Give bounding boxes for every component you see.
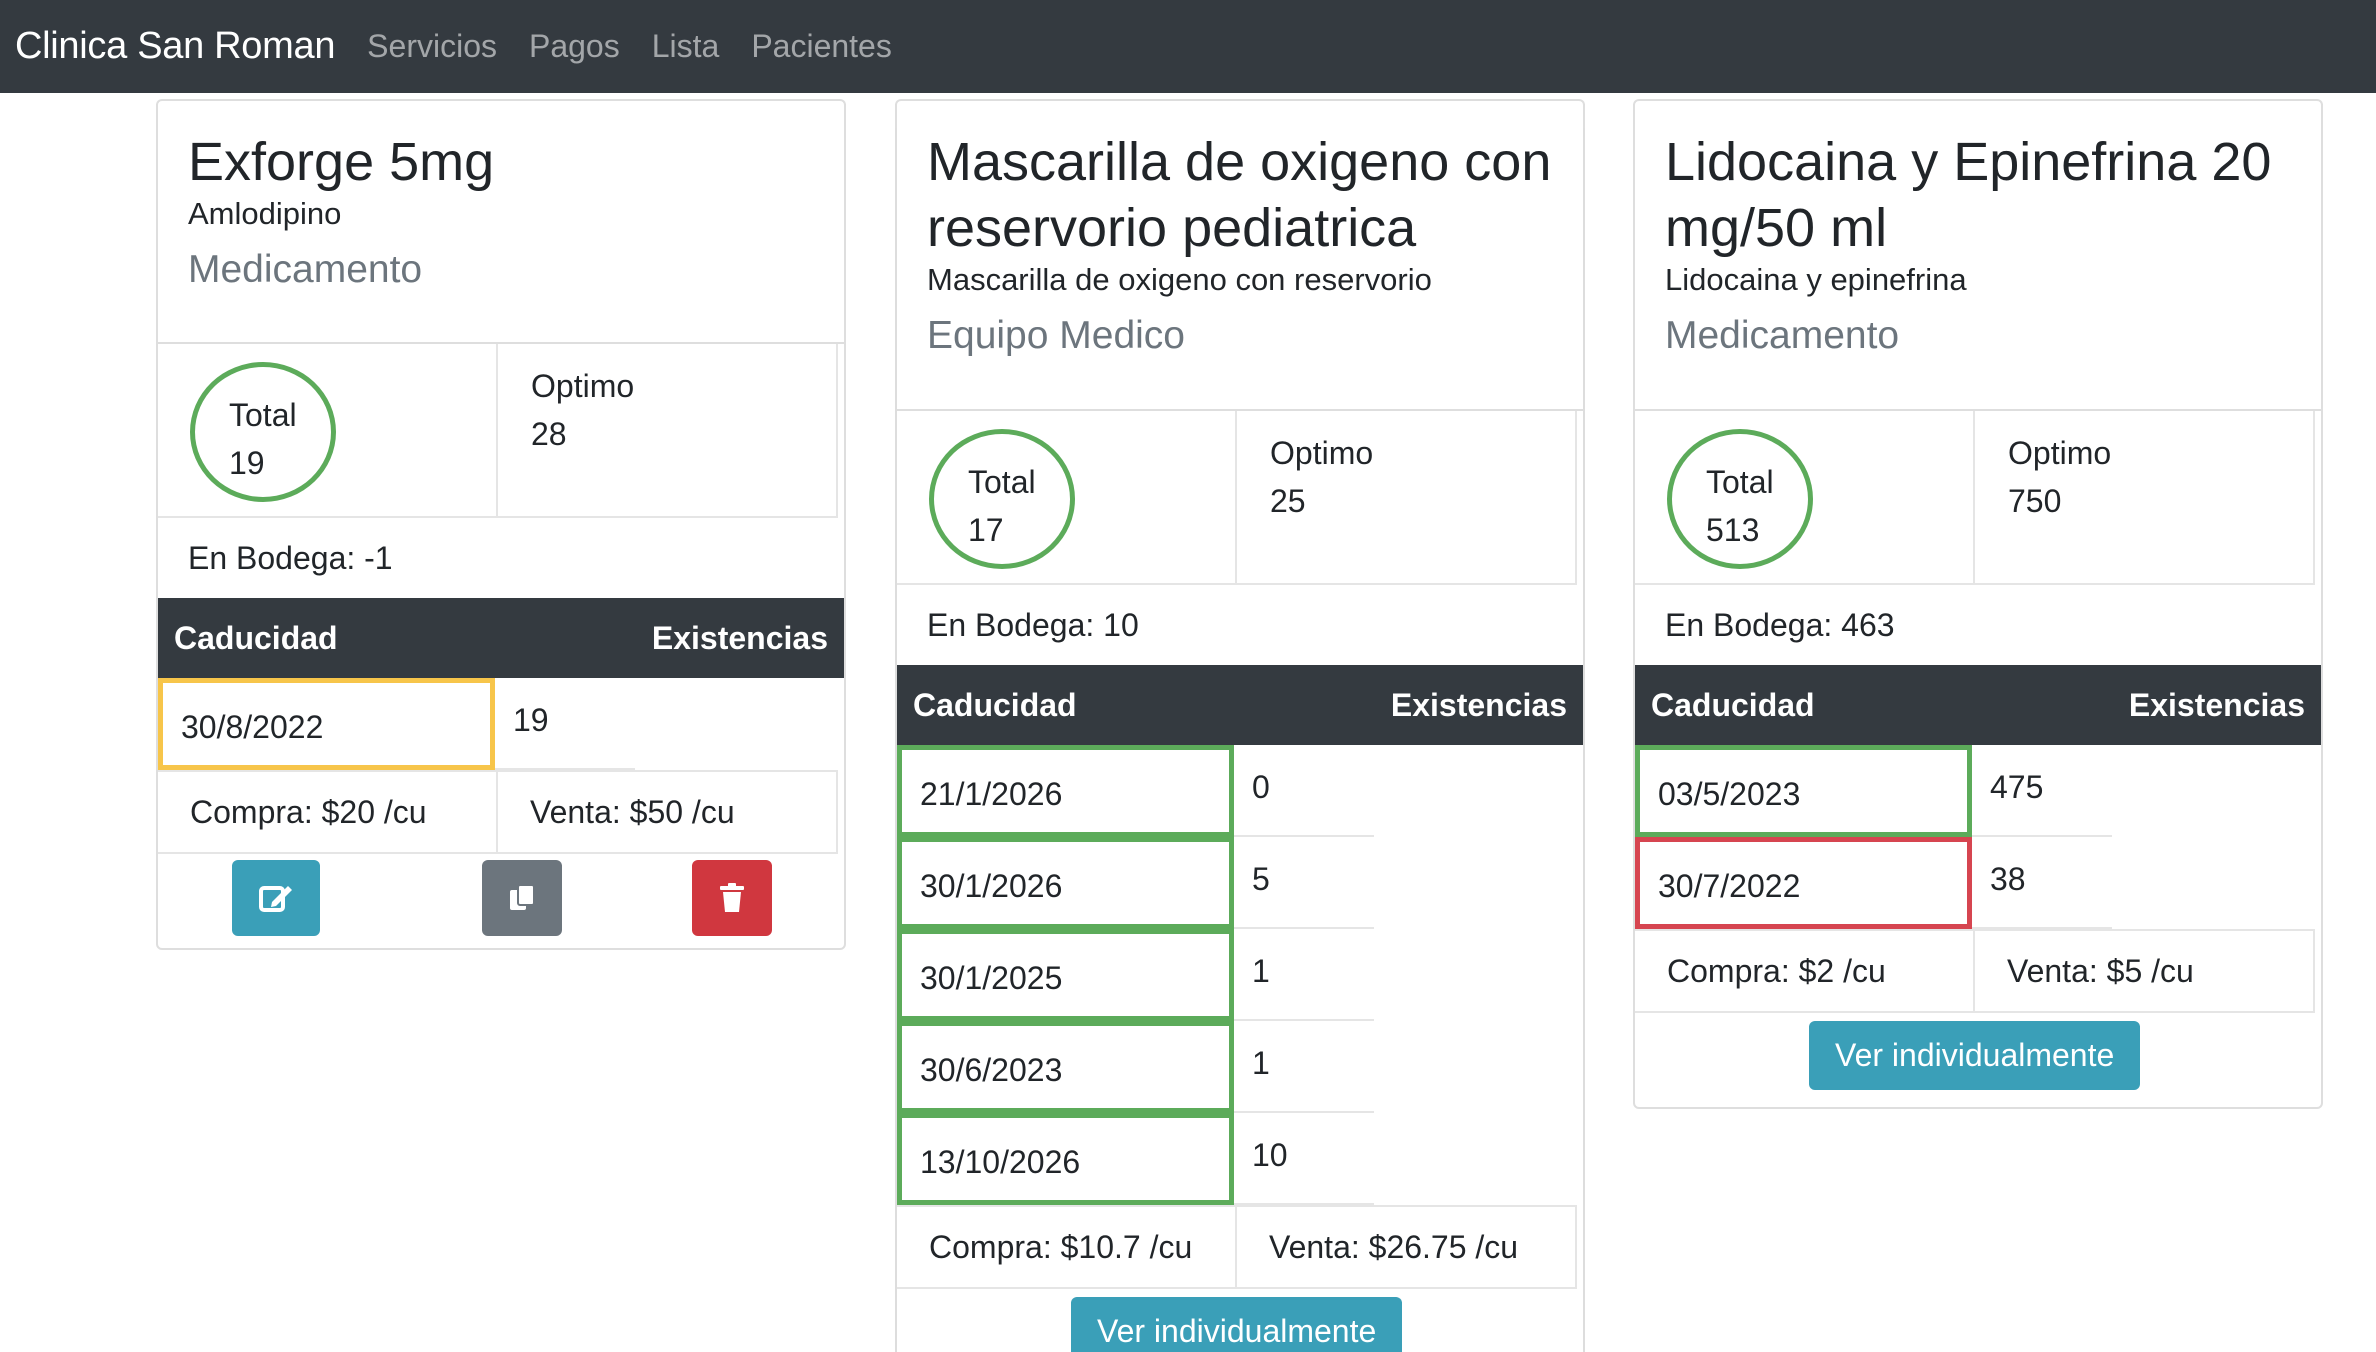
venta-price: Venta: $50 /cu <box>498 770 838 854</box>
total-label: Total <box>229 397 297 433</box>
nav-links: Servicios Pagos Lista Pacientes <box>367 28 924 65</box>
stats-row: Total 19 Optimo 28 <box>158 344 844 518</box>
ver-individualmente-button[interactable]: Ver individualmente <box>1071 1297 1403 1352</box>
ver-individualmente-button[interactable]: Ver individualmente <box>1809 1021 2141 1090</box>
copy-icon <box>510 884 535 910</box>
total-circle: Total 513 <box>1667 429 1813 569</box>
existencias-header: Existencias <box>2128 686 2305 723</box>
product-card: Lidocaina y Epinefrina 20 mg/50 ml Lidoc… <box>1633 99 2323 1109</box>
product-title: Lidocaina y Epinefrina 20 mg/50 ml <box>1665 132 2272 258</box>
venta-price: Venta: $26.75 /cu <box>1237 1205 1577 1289</box>
table-row: 30/1/2025 1 <box>897 929 1583 1021</box>
optimo-label: Optimo <box>531 368 635 404</box>
expiry-date: 30/6/2023 <box>897 1021 1234 1113</box>
table-row: 03/5/2023 475 <box>1635 745 2321 837</box>
optimo-label: Optimo <box>1270 435 1374 471</box>
optimo-cell: Optimo 28 <box>498 344 838 518</box>
product-subtitle: Amlodipino <box>188 196 342 231</box>
optimo-value: 750 <box>2008 483 2062 519</box>
stock-qty: 38 <box>1972 837 2112 929</box>
edit-button[interactable] <box>232 860 320 936</box>
compra-price: Compra: $10.7 /cu <box>897 1205 1237 1289</box>
product-category: Equipo Medico <box>927 314 1185 357</box>
compra-price: Compra: $20 /cu <box>158 770 498 854</box>
price-row: Compra: $20 /cu Venta: $50 /cu <box>158 770 844 854</box>
total-value: 17 <box>968 512 1004 548</box>
caducidad-header: Caducidad <box>1651 686 1815 723</box>
stock-qty: 10 <box>1234 1113 1374 1205</box>
expiry-date: 30/1/2026 <box>897 837 1234 929</box>
stock-qty: 475 <box>1972 745 2112 837</box>
optimo-value: 28 <box>531 416 567 452</box>
card-actions <box>158 854 844 944</box>
expiry-date: 30/7/2022 <box>1635 837 1972 929</box>
optimo-cell: Optimo 750 <box>1975 411 2315 585</box>
optimo-value: 25 <box>1270 483 1306 519</box>
table-row: 30/7/2022 38 <box>1635 837 2321 929</box>
total-value: 513 <box>1706 512 1760 548</box>
optimo-cell: Optimo 25 <box>1237 411 1577 585</box>
optimo-label: Optimo <box>2008 435 2112 471</box>
table-row: 30/6/2023 1 <box>897 1021 1583 1113</box>
compra-price: Compra: $2 /cu <box>1635 929 1975 1013</box>
total-value: 19 <box>229 445 265 481</box>
expiry-date: 03/5/2023 <box>1635 745 1972 837</box>
trash-icon <box>720 883 744 912</box>
total-label: Total <box>1706 464 1774 500</box>
product-card: Mascarilla de oxigeno con reservorio ped… <box>895 99 1585 1352</box>
total-circle: Total 17 <box>929 429 1075 569</box>
price-row: Compra: $2 /cu Venta: $5 /cu <box>1635 929 2321 1013</box>
copy-button[interactable] <box>482 860 562 936</box>
stock-table-header: Caducidad Existencias <box>1635 665 2321 745</box>
stock-table-header: Caducidad Existencias <box>897 665 1583 745</box>
caducidad-header: Caducidad <box>174 619 338 656</box>
product-category: Medicamento <box>1665 314 1900 357</box>
table-row: 30/1/2026 5 <box>897 837 1583 929</box>
stock-qty: 0 <box>1234 745 1374 837</box>
expiry-date: 30/8/2022 <box>158 678 495 770</box>
existencias-header: Existencias <box>651 619 828 656</box>
existencias-header: Existencias <box>1390 686 1567 723</box>
expiry-date: 30/1/2025 <box>897 929 1234 1021</box>
total-cell: Total 513 <box>1635 411 1975 585</box>
expiry-date: 13/10/2026 <box>897 1113 1234 1205</box>
stock-qty: 1 <box>1234 1021 1374 1113</box>
bodega-text: En Bodega: 463 <box>1665 607 1895 643</box>
bodega-text: En Bodega: -1 <box>188 540 393 576</box>
product-card: Exforge 5mg Amlodipino Medicamento Total… <box>156 99 846 950</box>
stats-row: Total 513 Optimo 750 <box>1635 411 2321 585</box>
total-label: Total <box>968 464 1036 500</box>
caducidad-header: Caducidad <box>913 686 1077 723</box>
venta-price: Venta: $5 /cu <box>1975 929 2315 1013</box>
nav-link-pagos[interactable]: Pagos <box>529 28 620 65</box>
edit-icon <box>259 886 292 912</box>
price-row: Compra: $10.7 /cu Venta: $26.75 /cu <box>897 1205 1583 1289</box>
navbar-brand[interactable]: Clinica San Roman <box>15 25 335 68</box>
product-title: Exforge 5mg <box>188 132 495 192</box>
nav-link-servicios[interactable]: Servicios <box>367 28 497 65</box>
bodega-text: En Bodega: 10 <box>927 607 1139 643</box>
total-circle: Total 19 <box>190 362 336 502</box>
stock-table-header: Caducidad Existencias <box>158 598 844 678</box>
nav-link-pacientes[interactable]: Pacientes <box>751 28 892 65</box>
stock-qty: 19 <box>495 678 635 770</box>
table-row: 13/10/2026 10 <box>897 1113 1583 1205</box>
stock-qty: 5 <box>1234 837 1374 929</box>
table-row: 21/1/2026 0 <box>897 745 1583 837</box>
nav-link-lista[interactable]: Lista <box>652 28 720 65</box>
total-cell: Total 17 <box>897 411 1237 585</box>
stock-qty: 1 <box>1234 929 1374 1021</box>
total-cell: Total 19 <box>158 344 498 518</box>
stats-row: Total 17 Optimo 25 <box>897 411 1583 585</box>
product-subtitle: Mascarilla de oxigeno con reservorio <box>927 262 1432 297</box>
navbar: Clinica San Roman Servicios Pagos Lista … <box>0 0 2376 93</box>
expiry-date: 21/1/2026 <box>897 745 1234 837</box>
product-subtitle: Lidocaina y epinefrina <box>1665 262 1967 297</box>
product-title: Mascarilla de oxigeno con reservorio ped… <box>927 132 1552 258</box>
delete-button[interactable] <box>692 860 772 936</box>
table-row: 30/8/2022 19 <box>158 678 844 770</box>
product-category: Medicamento <box>188 248 423 291</box>
